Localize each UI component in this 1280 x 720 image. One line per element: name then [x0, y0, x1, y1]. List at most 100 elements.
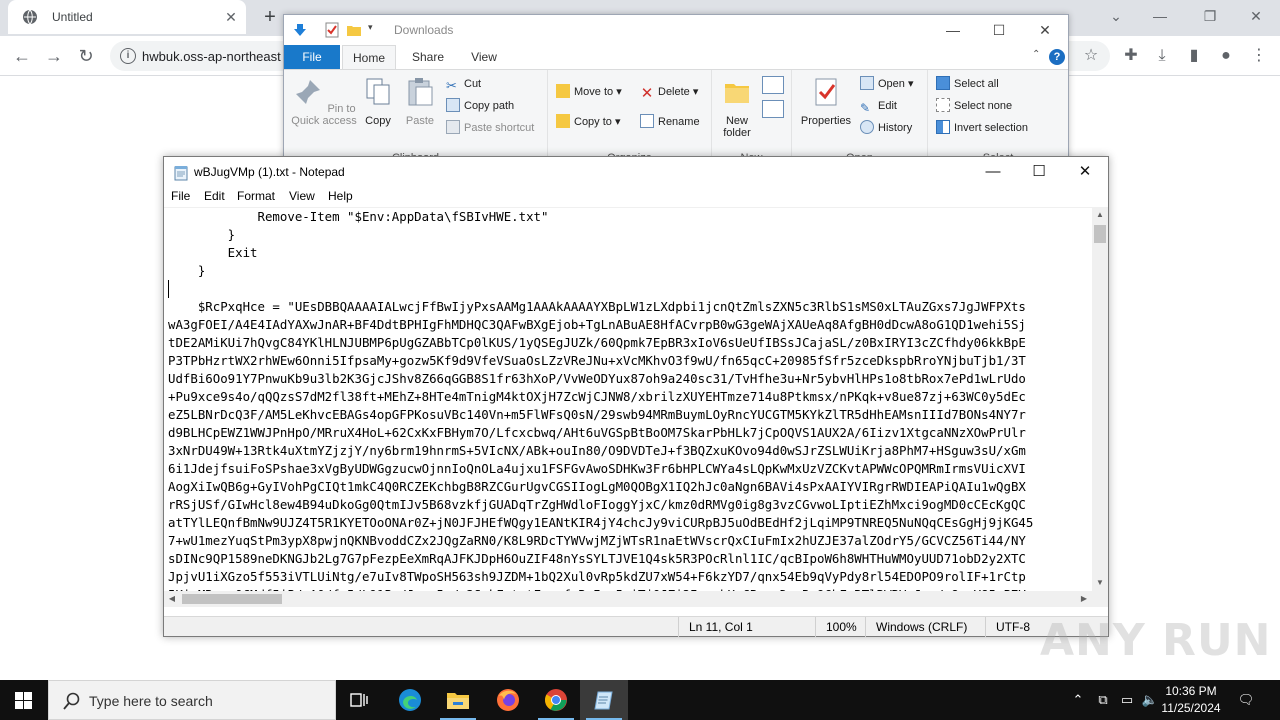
scroll-up-icon[interactable]: ▲ — [1092, 207, 1108, 223]
maximize-button[interactable]: ☐ — [1016, 157, 1062, 187]
edit-button[interactable]: ✎ Edit — [860, 96, 897, 116]
menu-format[interactable]: Format — [237, 189, 275, 203]
star-icon[interactable]: ☆ — [1080, 46, 1102, 66]
invert-selection-button[interactable]: Invert selection — [936, 118, 1028, 138]
profile-icon[interactable]: ● — [1215, 46, 1237, 66]
text-line: UdfBi6Oo91Y7PnwuKb9u3lb2K3GjcJShv8Z66qGG… — [168, 371, 1026, 386]
notification-icon[interactable]: 🗨 — [1236, 690, 1256, 710]
text-line: wA3gFOEI/A4E4IAdYAXwJnAR+BF4DdtBPHIgFhMD… — [168, 317, 1026, 332]
download-icon[interactable]: ⤓ — [1151, 46, 1173, 66]
paste-shortcut-icon — [446, 120, 460, 134]
delete-button[interactable]: ✕ Delete ▾ — [640, 82, 699, 102]
menu-help[interactable]: Help — [328, 189, 353, 203]
taskbar-file-explorer[interactable] — [434, 680, 482, 720]
taskbar-edge[interactable] — [386, 680, 434, 720]
restore-button[interactable]: ❐ — [1190, 4, 1230, 28]
select-none-label: Select none — [954, 100, 1013, 112]
copy-button[interactable]: Copy — [360, 76, 396, 127]
edge-icon — [399, 689, 421, 711]
cut-button[interactable]: ✂ Cut — [446, 74, 481, 94]
invert-selection-icon — [936, 120, 950, 134]
menu-view[interactable]: View — [289, 189, 315, 203]
close-icon[interactable]: ✕ — [222, 8, 240, 26]
minimize-button[interactable]: — — [930, 15, 976, 45]
scroll-right-icon[interactable]: ▶ — [1076, 591, 1092, 607]
tab-share[interactable]: Share — [404, 45, 452, 69]
start-button[interactable] — [0, 680, 48, 720]
close-button[interactable]: ✕ — [1022, 15, 1068, 45]
paste-button[interactable]: Paste — [400, 76, 440, 127]
scroll-left-icon[interactable]: ◀ — [164, 591, 180, 607]
qat-dropdown-icon[interactable]: ▾ — [368, 22, 384, 38]
taskbar-firefox[interactable] — [484, 680, 532, 720]
select-none-button[interactable]: Select none — [936, 96, 1012, 116]
new-folder-button[interactable]: New folder — [716, 76, 758, 139]
text-editor[interactable]: Remove-Item "$Env:AppData\fSBIvHWE.txt" … — [164, 207, 1092, 591]
text-line: JpjvU1iXGzo5f553iVTLUiNtg/e7uIv8TWpoSH56… — [168, 569, 1026, 584]
history-button[interactable]: History — [860, 118, 912, 138]
status-line-ending: Windows (CRLF) — [865, 617, 985, 637]
minimize-button[interactable]: — — [970, 157, 1016, 187]
copy-to-button[interactable]: Copy to ▾ — [556, 112, 621, 132]
tab-home[interactable]: Home — [342, 45, 396, 69]
extensions-icon[interactable]: ✚ — [1120, 46, 1142, 66]
tab-view[interactable]: View — [460, 45, 508, 69]
open-button[interactable]: Open ▾ — [860, 74, 914, 94]
taskbar-clock[interactable]: 10:36 PM 11/25/2024 — [1160, 683, 1222, 717]
new-item-icon[interactable] — [762, 76, 784, 94]
chrome-tab[interactable]: Untitled ✕ — [8, 0, 246, 34]
copy-path-button[interactable]: Copy path — [446, 96, 514, 116]
horizontal-scrollbar[interactable]: ◀ ▶ — [164, 591, 1092, 607]
new-tab-button[interactable]: + — [258, 6, 282, 30]
text-line: atTYlLEQnfBmNw9UJZ4T5R1KYETOoONAr0Z+jN0J… — [168, 515, 1034, 530]
maximize-button[interactable]: ☐ — [976, 15, 1022, 45]
network-device-icon[interactable]: ⧉ — [1093, 690, 1113, 710]
close-button[interactable]: ✕ — [1062, 157, 1108, 187]
rename-label: Rename — [658, 116, 700, 128]
properties-check-icon[interactable] — [324, 22, 340, 38]
horizontal-scroll-thumb[interactable] — [182, 594, 282, 604]
close-button[interactable]: ✕ — [1236, 4, 1276, 28]
copy-to-label: Copy to — [574, 116, 612, 128]
menu-edit[interactable]: Edit — [204, 189, 225, 203]
pin-quick-access-button[interactable]: Pin to Quick access — [290, 76, 358, 127]
chevron-down-icon[interactable]: ⌄ — [1096, 4, 1136, 28]
back-icon[interactable]: ← — [10, 44, 34, 68]
quick-access-arrow-icon[interactable] — [292, 22, 308, 38]
help-icon[interactable]: ? — [1049, 49, 1065, 65]
clipboard-group: Pin to Quick access Copy Paste ✂ Cut Cop… — [284, 70, 548, 166]
properties-button[interactable]: Properties — [798, 76, 854, 127]
chrome-icon — [545, 689, 567, 711]
chevron-up-icon[interactable]: ⌃ — [1068, 690, 1088, 710]
folder-icon[interactable] — [346, 22, 362, 38]
reload-icon[interactable]: ↻ — [74, 44, 98, 68]
volume-icon[interactable]: 🔈 — [1140, 690, 1160, 710]
text-caret — [168, 280, 169, 298]
move-to-button[interactable]: Move to ▾ — [556, 82, 622, 102]
notepad-window: wBJugVMp (1).txt - Notepad — ☐ ✕ File Ed… — [163, 156, 1109, 637]
task-view-button[interactable] — [336, 680, 384, 720]
menu-file[interactable]: File — [171, 189, 190, 203]
address-url: hwbuk.oss-ap-northeast — [142, 49, 281, 64]
taskbar-notepad[interactable] — [580, 680, 628, 720]
minimize-button[interactable]: — — [1140, 4, 1180, 28]
tab-file[interactable]: File — [284, 45, 340, 69]
taskbar-search[interactable]: Type here to search — [48, 680, 336, 720]
select-all-button[interactable]: Select all — [936, 74, 999, 94]
easy-access-icon[interactable] — [762, 100, 784, 118]
info-icon[interactable]: i — [120, 48, 136, 64]
network-icon[interactable]: ▭ — [1117, 690, 1137, 710]
vertical-scrollbar[interactable]: ▲ ▼ — [1092, 207, 1108, 591]
scroll-down-icon[interactable]: ▼ — [1092, 575, 1108, 591]
menu-icon[interactable]: ⋮ — [1248, 46, 1270, 66]
forward-icon[interactable]: → — [42, 44, 66, 68]
sidepanel-icon[interactable]: ▮ — [1183, 46, 1205, 66]
collapse-ribbon-icon[interactable]: ⌃ — [1032, 49, 1040, 60]
copy-path-label: Copy path — [464, 100, 515, 112]
paste-shortcut-button[interactable]: Paste shortcut — [446, 118, 534, 138]
vertical-scroll-thumb[interactable] — [1094, 225, 1106, 243]
text-line: sDINc9QP1589neDKNGJb2Lg7G7pFezpEeXmRqAJF… — [168, 551, 1026, 566]
rename-button[interactable]: Rename — [640, 112, 700, 132]
taskbar-chrome[interactable] — [532, 680, 580, 720]
globe-icon — [23, 9, 37, 25]
